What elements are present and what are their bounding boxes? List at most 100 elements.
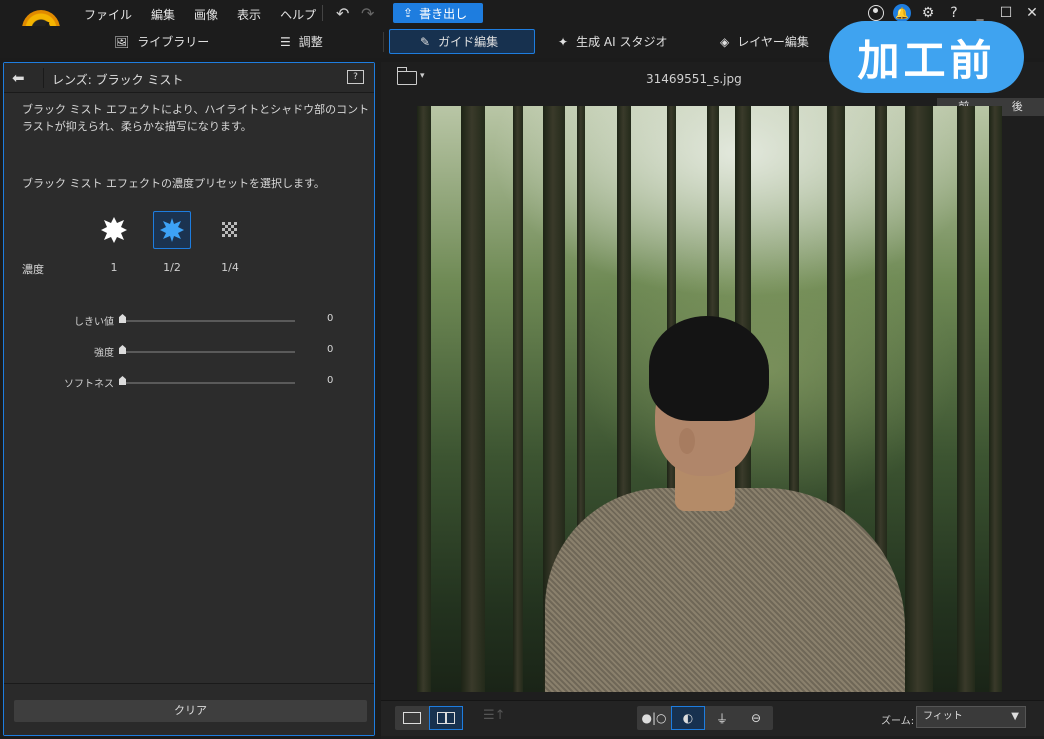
menu-help[interactable]: ヘルプ [280, 6, 316, 23]
threshold-track[interactable] [119, 320, 295, 322]
threshold-value: 0 [327, 313, 334, 324]
menu-bar: ファイル 編集 画像 表示 ヘルプ [84, 6, 335, 23]
back-arrow-icon[interactable]: ⬅ [12, 69, 25, 87]
tree-trunk [905, 106, 933, 692]
person-hair [649, 316, 769, 421]
preset-1-2[interactable]: 1/2 [152, 211, 192, 274]
single-view-button[interactable] [395, 706, 429, 730]
tab-layer-edit[interactable]: ◈ レイヤー編集 [720, 29, 809, 54]
clear-button[interactable]: クリア [14, 700, 367, 722]
preset-1-4-label: 1/4 [221, 261, 239, 274]
gear-icon: ⚙ [921, 5, 935, 21]
split-horizontal-button[interactable]: ⊖ [739, 706, 773, 730]
split-horizontal-icon: ⊖ [750, 711, 762, 725]
maximize-icon: ☐ [999, 5, 1013, 21]
menu-view[interactable]: 表示 [237, 6, 261, 23]
strength-slider[interactable]: 強度 0 [22, 344, 342, 359]
top-bottom-icon: ⏚ [715, 711, 728, 726]
tab-ai-studio[interactable]: ✦ 生成 AI スタジオ [558, 29, 667, 54]
sparkle-icon: ✦ [558, 34, 569, 49]
mist-light-icon [211, 211, 249, 249]
layers-icon: ◈ [720, 34, 730, 49]
tab-layer-edit-label: レイヤー編集 [737, 35, 809, 49]
compare-icon: ☰↑ [483, 708, 506, 723]
person-shirt [545, 488, 905, 692]
preset-prompt: ブラック ミスト エフェクトの濃度プリセットを選択します。 [22, 177, 325, 190]
tree-trunk [461, 106, 485, 692]
help-icon[interactable]: ? [347, 70, 364, 84]
file-name: 31469551_s.jpg [646, 72, 742, 86]
softness-track[interactable] [119, 382, 295, 384]
redo-icon[interactable]: ↷ [361, 4, 374, 23]
question-icon: ? [950, 5, 958, 21]
strength-label: 強度 [94, 348, 114, 359]
softness-slider[interactable]: ソフトネス 0 [22, 375, 342, 390]
strength-value: 0 [327, 344, 334, 355]
split-view-button[interactable] [429, 706, 463, 730]
compare-mode-group: ●|○ ◐ ⏚ ⊖ [637, 706, 773, 730]
upload-icon: ⇪ [403, 6, 414, 20]
tab-library-label: ライブラリー [137, 35, 210, 49]
menu-file[interactable]: ファイル [84, 6, 132, 23]
preset-1-4[interactable]: 1/4 [210, 211, 250, 274]
tree-trunk [417, 106, 431, 692]
softness-value: 0 [327, 375, 334, 386]
tab-adjust-label: 調整 [298, 35, 323, 49]
mode-divider [383, 32, 384, 52]
split-vertical-button[interactable]: ◐ [671, 706, 705, 730]
before-watermark: 加工前 [829, 21, 1024, 93]
close-icon: ✕ [1026, 5, 1038, 21]
menu-edit[interactable]: 編集 [151, 6, 175, 23]
maximize-button[interactable]: ☐ [994, 2, 1018, 24]
effect-panel: ⬅ レンズ: ブラック ミスト ? ブラック ミスト エフェクトにより、ハイライ… [3, 62, 375, 736]
close-button[interactable]: ✕ [1020, 2, 1044, 24]
side-by-side-button[interactable]: ●|○ [637, 706, 671, 730]
strength-track[interactable] [119, 351, 295, 353]
top-bottom-button[interactable]: ⏚ [705, 706, 739, 730]
density-label: 濃度 [22, 263, 44, 276]
image-icon: 🖼 [114, 34, 130, 49]
view-mode-group [395, 706, 463, 730]
export-button[interactable]: ⇪ 書き出し [393, 3, 483, 23]
mist-medium-icon [153, 211, 191, 249]
split-view-icon [437, 712, 455, 724]
strength-handle[interactable] [119, 345, 126, 354]
split-vertical-icon: ◐ [682, 711, 694, 725]
photo-canvas[interactable] [417, 106, 1002, 692]
zoom-value: フィット [923, 711, 963, 722]
effect-description: ブラック ミスト エフェクトにより、ハイライトとシャドウ部のコントラストが抑えら… [22, 103, 370, 133]
user-icon [868, 5, 884, 21]
wand-icon: ✎ [420, 34, 431, 49]
sliders-icon: ☰ [280, 34, 291, 49]
tab-adjust[interactable]: ☰ 調整 [280, 29, 323, 54]
panel-title: レンズ: ブラック ミスト [52, 73, 184, 87]
panel-footer: クリア [4, 683, 374, 735]
undo-icon[interactable]: ↶ [336, 4, 349, 23]
tree-trunk [989, 106, 1002, 692]
softness-handle[interactable] [119, 376, 126, 385]
zoom-select[interactable]: フィット ▼ [916, 706, 1026, 728]
folder-icon[interactable] [397, 67, 417, 85]
tab-guided-edit[interactable]: ✎ ガイド編集 [389, 29, 535, 54]
viewer-toolbar: ☰↑ ●|○ ◐ ⏚ ⊖ ズーム: フィット ▼ [381, 700, 1044, 736]
panel-header: ⬅ レンズ: ブラック ミスト ? [4, 63, 374, 93]
threshold-slider[interactable]: しきい値 0 [22, 313, 342, 328]
tab-ai-studio-label: 生成 AI スタジオ [576, 35, 668, 49]
preset-1-label: 1 [110, 261, 118, 274]
mist-strong-icon [95, 211, 133, 249]
toolbar-divider [322, 5, 323, 21]
viewer-area: ▾ 31469551_s.jpg 前 後 [381, 62, 1044, 739]
zoom-label: ズーム: [881, 716, 915, 727]
threshold-label: しきい値 [74, 317, 114, 328]
tree-trunk [957, 106, 975, 692]
tab-library[interactable]: 🖼 ライブラリー [114, 29, 209, 54]
bell-icon: 🔔 [893, 4, 911, 22]
menu-image[interactable]: 画像 [194, 6, 218, 23]
preset-1-2-label: 1/2 [163, 261, 181, 274]
threshold-handle[interactable] [119, 314, 126, 323]
chevron-down-icon[interactable]: ▾ [420, 71, 425, 81]
tab-guided-edit-label: ガイド編集 [438, 35, 499, 49]
softness-label: ソフトネス [64, 379, 114, 390]
preset-1[interactable]: 1 [94, 211, 134, 274]
header-divider [43, 68, 44, 88]
